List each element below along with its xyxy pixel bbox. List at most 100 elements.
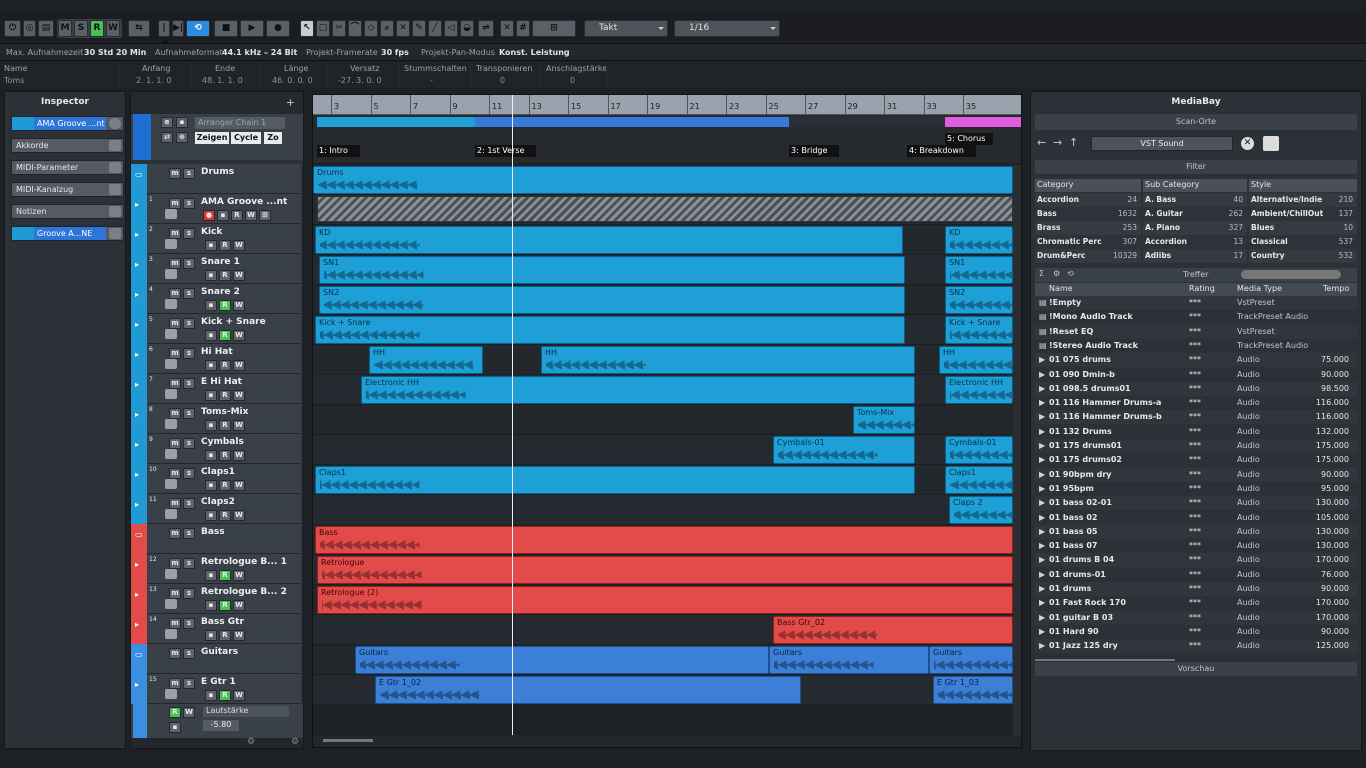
audio-event[interactable]: HH bbox=[939, 346, 1013, 374]
volume-value[interactable]: -5.80 bbox=[203, 720, 239, 731]
audio-event[interactable]: Guitars bbox=[929, 646, 1013, 674]
track-color-stripe[interactable] bbox=[131, 284, 147, 314]
audio-event[interactable]: SN2 bbox=[319, 286, 905, 314]
close-icon[interactable]: ✕ bbox=[1241, 137, 1254, 150]
read-automation-button[interactable]: R bbox=[219, 510, 231, 521]
filter-item[interactable]: Bass 1632 bbox=[1035, 207, 1141, 221]
activate-project-button[interactable]: ⏻ bbox=[4, 20, 21, 37]
edit-instrument-icon[interactable] bbox=[109, 118, 121, 129]
audio-event[interactable]: Drums bbox=[313, 166, 1013, 194]
track-color-stripe[interactable] bbox=[131, 344, 147, 374]
mute-button[interactable]: m bbox=[169, 228, 181, 239]
read-mode-button[interactable]: R bbox=[90, 20, 104, 37]
solo-button[interactable]: s bbox=[183, 528, 195, 539]
read-automation-button[interactable]: R bbox=[219, 360, 231, 371]
write-automation-button[interactable]: W bbox=[233, 300, 245, 311]
filter-item[interactable]: Accordion 24 bbox=[1035, 193, 1141, 207]
track-name[interactable]: Snare 1 bbox=[201, 257, 240, 267]
media-button[interactable]: ▤ bbox=[38, 20, 54, 37]
mute-value[interactable]: - bbox=[430, 76, 433, 85]
section-toggle-icon[interactable] bbox=[109, 206, 121, 217]
audio-event[interactable]: Bass bbox=[315, 526, 1013, 554]
mute-button[interactable]: m bbox=[169, 318, 181, 329]
audio-event[interactable]: E Gtr 1_02 bbox=[375, 676, 801, 704]
expand-icon[interactable]: ▸ bbox=[135, 500, 139, 509]
scan-locations-header[interactable]: Scan-Orte bbox=[1035, 114, 1357, 130]
solo-button[interactable]: s bbox=[183, 558, 195, 569]
filter-item[interactable]: A. Piano 327 bbox=[1143, 221, 1247, 235]
result-row[interactable]: ▶ 01 Fast Rock 170 *** Audio 170.000 bbox=[1035, 596, 1357, 611]
audio-event[interactable]: HH bbox=[541, 346, 915, 374]
arranger-section[interactable]: 2: 1st Verse bbox=[475, 145, 537, 157]
expand-icon[interactable]: ▸ bbox=[135, 260, 139, 269]
section-toggle-icon[interactable] bbox=[109, 228, 121, 239]
filter-header[interactable]: Filter bbox=[1035, 160, 1357, 174]
track-header[interactable]: 14 ▸ m s Bass Gtr ▪ R W bbox=[131, 614, 301, 644]
write-automation-button[interactable]: W bbox=[233, 420, 245, 431]
filter-item[interactable]: Brass 253 bbox=[1035, 221, 1141, 235]
mute-button[interactable]: m bbox=[169, 348, 181, 359]
subcategory-column-header[interactable]: Sub Category bbox=[1143, 179, 1247, 192]
mute-mode-button[interactable]: M bbox=[58, 20, 72, 37]
style-column-header[interactable]: Style bbox=[1249, 179, 1357, 192]
midi-parameters-section[interactable]: MIDI-Parameter bbox=[11, 160, 124, 175]
filter-item[interactable]: A. Guitar 262 bbox=[1143, 207, 1247, 221]
monitor-button[interactable]: ▪ bbox=[205, 630, 217, 641]
track-header[interactable]: 12 ▸ m s Retrologue B... 1 ▪ R W bbox=[131, 554, 301, 584]
audio-event[interactable]: E Gtr 1_03 bbox=[933, 676, 1013, 704]
expand-icon[interactable]: ▸ bbox=[135, 380, 139, 389]
constrain-delay-button[interactable]: ◎ bbox=[23, 20, 36, 37]
read-automation-button[interactable]: R bbox=[219, 240, 231, 251]
track-name[interactable]: Claps2 bbox=[201, 497, 235, 507]
track-name[interactable]: Kick + Snare bbox=[201, 317, 266, 327]
track-name[interactable]: Drums bbox=[201, 167, 234, 177]
solo-button[interactable]: s bbox=[183, 648, 195, 659]
audio-event[interactable]: KD bbox=[315, 226, 903, 254]
write-automation-button[interactable]: W bbox=[233, 690, 245, 701]
section-toggle-icon[interactable] bbox=[109, 184, 121, 195]
solo-button[interactable]: s bbox=[183, 678, 195, 689]
solo-button[interactable]: s bbox=[183, 288, 195, 299]
mute-button[interactable]: m bbox=[169, 408, 181, 419]
expand-icon[interactable]: ▸ bbox=[135, 590, 139, 599]
instrument-section[interactable]: Groove A...NE bbox=[11, 226, 124, 241]
name-value[interactable]: Toms bbox=[4, 76, 24, 85]
record-enable-button[interactable]: ● bbox=[203, 210, 215, 221]
track-color-stripe[interactable] bbox=[131, 254, 147, 284]
write-mode-button[interactable]: W bbox=[106, 20, 120, 37]
horizontal-scrollbar[interactable] bbox=[313, 735, 1021, 747]
project-cursor[interactable] bbox=[512, 95, 513, 735]
write-automation-button[interactable]: W bbox=[233, 390, 245, 401]
track-header[interactable]: 11 ▸ m s Claps2 ▪ R W bbox=[131, 494, 301, 524]
section-toggle-icon[interactable] bbox=[109, 140, 121, 151]
tempo-column-header[interactable]: Tempo bbox=[1323, 283, 1349, 295]
result-row[interactable]: ▶ 01 Jazz 125 dry *** Audio 125.000 bbox=[1035, 639, 1357, 654]
read-automation-button[interactable]: R bbox=[219, 270, 231, 281]
result-row[interactable]: ▤ !Stereo Audio Track *** TrackPreset Audio bbox=[1035, 338, 1357, 353]
timeline-ruler[interactable]: 3 5 7 9 11 13 15 17 19 21 23 25 27 29 31 33 35 bbox=[313, 95, 1021, 115]
audio-event[interactable]: Claps1 bbox=[945, 466, 1013, 494]
zoom-button[interactable]: Zo bbox=[264, 132, 282, 144]
arranger-section[interactable]: 4: Breakdown bbox=[907, 145, 976, 157]
filter-item[interactable]: A. Bass 40 bbox=[1143, 193, 1247, 207]
result-row[interactable]: ▶ 01 bass 02 *** Audio 105.000 bbox=[1035, 510, 1357, 525]
result-row[interactable]: ▶ 01 116 Hammer Drums-a *** Audio 116.000 bbox=[1035, 396, 1357, 411]
solo-button[interactable]: s bbox=[183, 318, 195, 329]
filter-item[interactable]: Accordion 13 bbox=[1143, 235, 1247, 249]
object-select-tool[interactable]: ↖ bbox=[300, 20, 314, 37]
monitor-button[interactable]: ▪ bbox=[205, 420, 217, 431]
audio-event[interactable]: SN1 bbox=[319, 256, 905, 284]
mute-button[interactable]: m bbox=[169, 378, 181, 389]
expand-icon[interactable]: ▸ bbox=[135, 320, 139, 329]
glue-tool[interactable]: ⌒ bbox=[348, 20, 362, 37]
read-automation-button[interactable]: R bbox=[219, 450, 231, 461]
cycle-button[interactable]: ⟲ bbox=[186, 20, 210, 37]
result-row[interactable]: ▶ 01 bass 02-01 *** Audio 130.000 bbox=[1035, 496, 1357, 511]
result-row[interactable]: ▶ 01 95bpm *** Audio 95.000 bbox=[1035, 481, 1357, 496]
track-color-stripe[interactable] bbox=[131, 224, 147, 254]
write-automation-button[interactable]: W bbox=[233, 480, 245, 491]
track-header[interactable]: 8 ▸ m s Toms-Mix ▪ R W bbox=[131, 404, 301, 434]
audio-event[interactable]: Kick + Snare bbox=[315, 316, 905, 344]
write-automation-button[interactable]: W bbox=[183, 707, 195, 718]
solo-button[interactable]: s bbox=[183, 198, 195, 209]
